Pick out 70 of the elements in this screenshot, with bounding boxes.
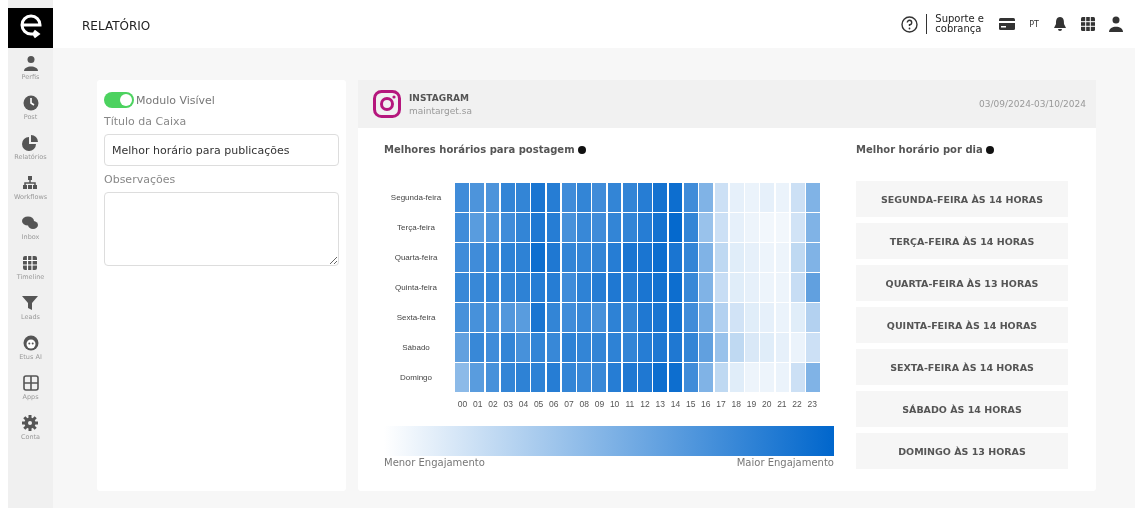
visibility-toggle[interactable] (104, 92, 134, 108)
hour-label: 01 (472, 399, 484, 409)
day-label: Quinta-feira (395, 282, 437, 294)
clock-icon (22, 95, 39, 111)
robot-icon (22, 335, 39, 351)
day-label: Sexta-feira (396, 312, 436, 324)
hour-label: 06 (548, 399, 560, 409)
page-title: RELATÓRIO (82, 19, 151, 33)
hour-label: 04 (517, 399, 530, 409)
hour-label: 05 (532, 399, 545, 409)
hour-label: 07 (563, 399, 575, 409)
legend-label: Maior Engajamento (736, 457, 834, 468)
hour-label: 20 (760, 399, 773, 409)
best-time-item: TERÇA-FEIRA ÀS 14 HORAS (856, 223, 1068, 259)
hour-label: 03 (502, 399, 514, 409)
best-time-item: SEXTA-FEIRA ÀS 14 HORAS (856, 349, 1068, 385)
best-time-item: SÁBADO ÀS 14 HORAS (856, 391, 1068, 427)
field-label: Observações (104, 173, 177, 186)
hour-label: 12 (639, 399, 651, 409)
hour-label: 15 (684, 399, 697, 409)
day-label: Segunda-feira (390, 192, 442, 204)
field-label: Título da Caixa (104, 115, 188, 128)
apps-icon (22, 375, 39, 391)
hour-label: 22 (791, 399, 803, 409)
hour-label: 08 (578, 399, 590, 409)
user-icon[interactable] (1109, 16, 1123, 32)
date-range: 03/09/2024-03/10/2024 (979, 99, 1086, 109)
hour-label: 02 (487, 399, 499, 409)
support-link[interactable]: Suporte e cobrança (935, 14, 986, 34)
best-time-item: QUINTA-FEIRA ÀS 14 HORAS (856, 307, 1068, 343)
hour-label: 19 (745, 399, 758, 409)
hour-label: 09 (593, 399, 606, 409)
grid-icon[interactable] (1081, 17, 1095, 31)
hour-label: 13 (654, 399, 666, 409)
best-time-item: SEGUNDA-FEIRA ÀS 14 HORAS (856, 181, 1068, 217)
language-selector[interactable]: PT (1029, 19, 1039, 29)
hour-label: 16 (700, 399, 712, 409)
notes-field[interactable] (104, 192, 339, 266)
day-label: Sábado (402, 342, 430, 354)
day-label: Terça-feira (397, 222, 435, 234)
gear-icon (22, 415, 39, 431)
hour-label: 17 (715, 399, 727, 409)
hour-label: 23 (806, 399, 818, 409)
hour-label: 10 (608, 399, 621, 409)
section-title: Melhores horários para postagem (384, 144, 575, 155)
hour-label: 21 (776, 399, 788, 409)
calendar-grid-icon (22, 255, 39, 271)
network-name: INSTAGRAM (409, 92, 470, 103)
day-label: Quarta-feira (394, 252, 438, 264)
section-title: Melhor horário por dia (856, 144, 983, 155)
account-name: maintarget.sa (409, 105, 472, 116)
title-field[interactable]: Melhor horário para publicações (104, 134, 339, 166)
day-label: Domingo (400, 372, 432, 384)
legend-label: Menor Engajamento (384, 457, 485, 468)
hour-label: 00 (456, 399, 469, 409)
sitemap-icon (22, 175, 39, 191)
pie-chart-icon (22, 135, 39, 151)
hour-label: 11 (624, 399, 636, 409)
hour-label: 14 (669, 399, 682, 409)
logo-icon[interactable] (8, 8, 53, 48)
bell-icon[interactable] (1053, 16, 1067, 32)
best-time-item: DOMINGO ÀS 13 HORAS (856, 433, 1068, 469)
hour-label: 18 (730, 399, 742, 409)
chat-icon (22, 215, 39, 231)
funnel-icon (22, 295, 39, 311)
best-time-item: QUARTA-FEIRA ÀS 13 HORAS (856, 265, 1068, 301)
person-icon (22, 55, 39, 71)
card-icon[interactable] (999, 18, 1016, 30)
toggle-label: Modulo Visível (136, 93, 215, 107)
instagram-icon (373, 90, 401, 118)
